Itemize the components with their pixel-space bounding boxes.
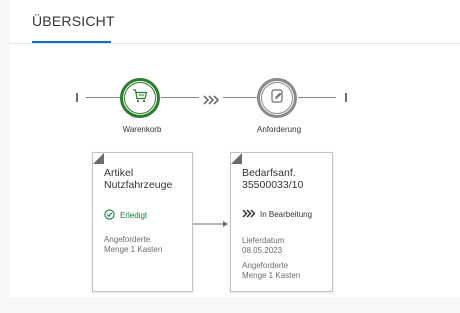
flow-line-middle-left: [161, 97, 199, 98]
document-card-artikel[interactable]: Artikel Nutzfahrzeuge Erledigt Angeforde…: [92, 152, 193, 292]
requested-quantity: Angeforderte Menge 1 Kasten: [242, 261, 301, 280]
status-in-progress: In Bearbeitung: [242, 209, 312, 220]
delivery-date: Lieferdatum 08.05.2023: [242, 236, 285, 255]
chevron-forward-icon: [242, 209, 256, 220]
flow-line-start: [86, 97, 122, 98]
flow-line-middle-right: [223, 97, 259, 98]
section-header: ÜBERSICHT: [10, 0, 460, 44]
card-fold-corner: [231, 153, 242, 164]
flow-line-end: [298, 97, 336, 98]
active-tab-indicator: [32, 41, 111, 43]
section-title: ÜBERSICHT: [32, 13, 115, 29]
card-title: Artikel Nutzfahrzeuge: [104, 167, 173, 191]
flow-end-marker: [345, 93, 347, 102]
cart-icon: [132, 88, 148, 109]
card-connector-arrow: [193, 215, 229, 233]
process-node-anforderung[interactable]: [257, 78, 297, 118]
flow-chevrons-icon: [203, 92, 220, 110]
checkmark-circle-icon: [104, 209, 115, 222]
process-node-warenkorb[interactable]: [120, 78, 160, 118]
card-fold-corner: [93, 153, 104, 164]
requested-quantity: Angeforderte Menge 1 Kasten: [104, 235, 163, 254]
flow-start-marker: [76, 93, 78, 102]
card-title: Bedarfsanf. 35500033/10: [242, 167, 304, 191]
status-completed: Erledigt: [104, 209, 147, 222]
process-node-label-warenkorb: Warenkorb: [122, 125, 162, 134]
request-edit-icon: [269, 88, 285, 109]
process-node-label-anforderung: Anforderung: [256, 125, 302, 134]
document-card-bedarfsanforderung[interactable]: Bedarfsanf. 35500033/10 In Bearbeitung L…: [230, 152, 333, 292]
